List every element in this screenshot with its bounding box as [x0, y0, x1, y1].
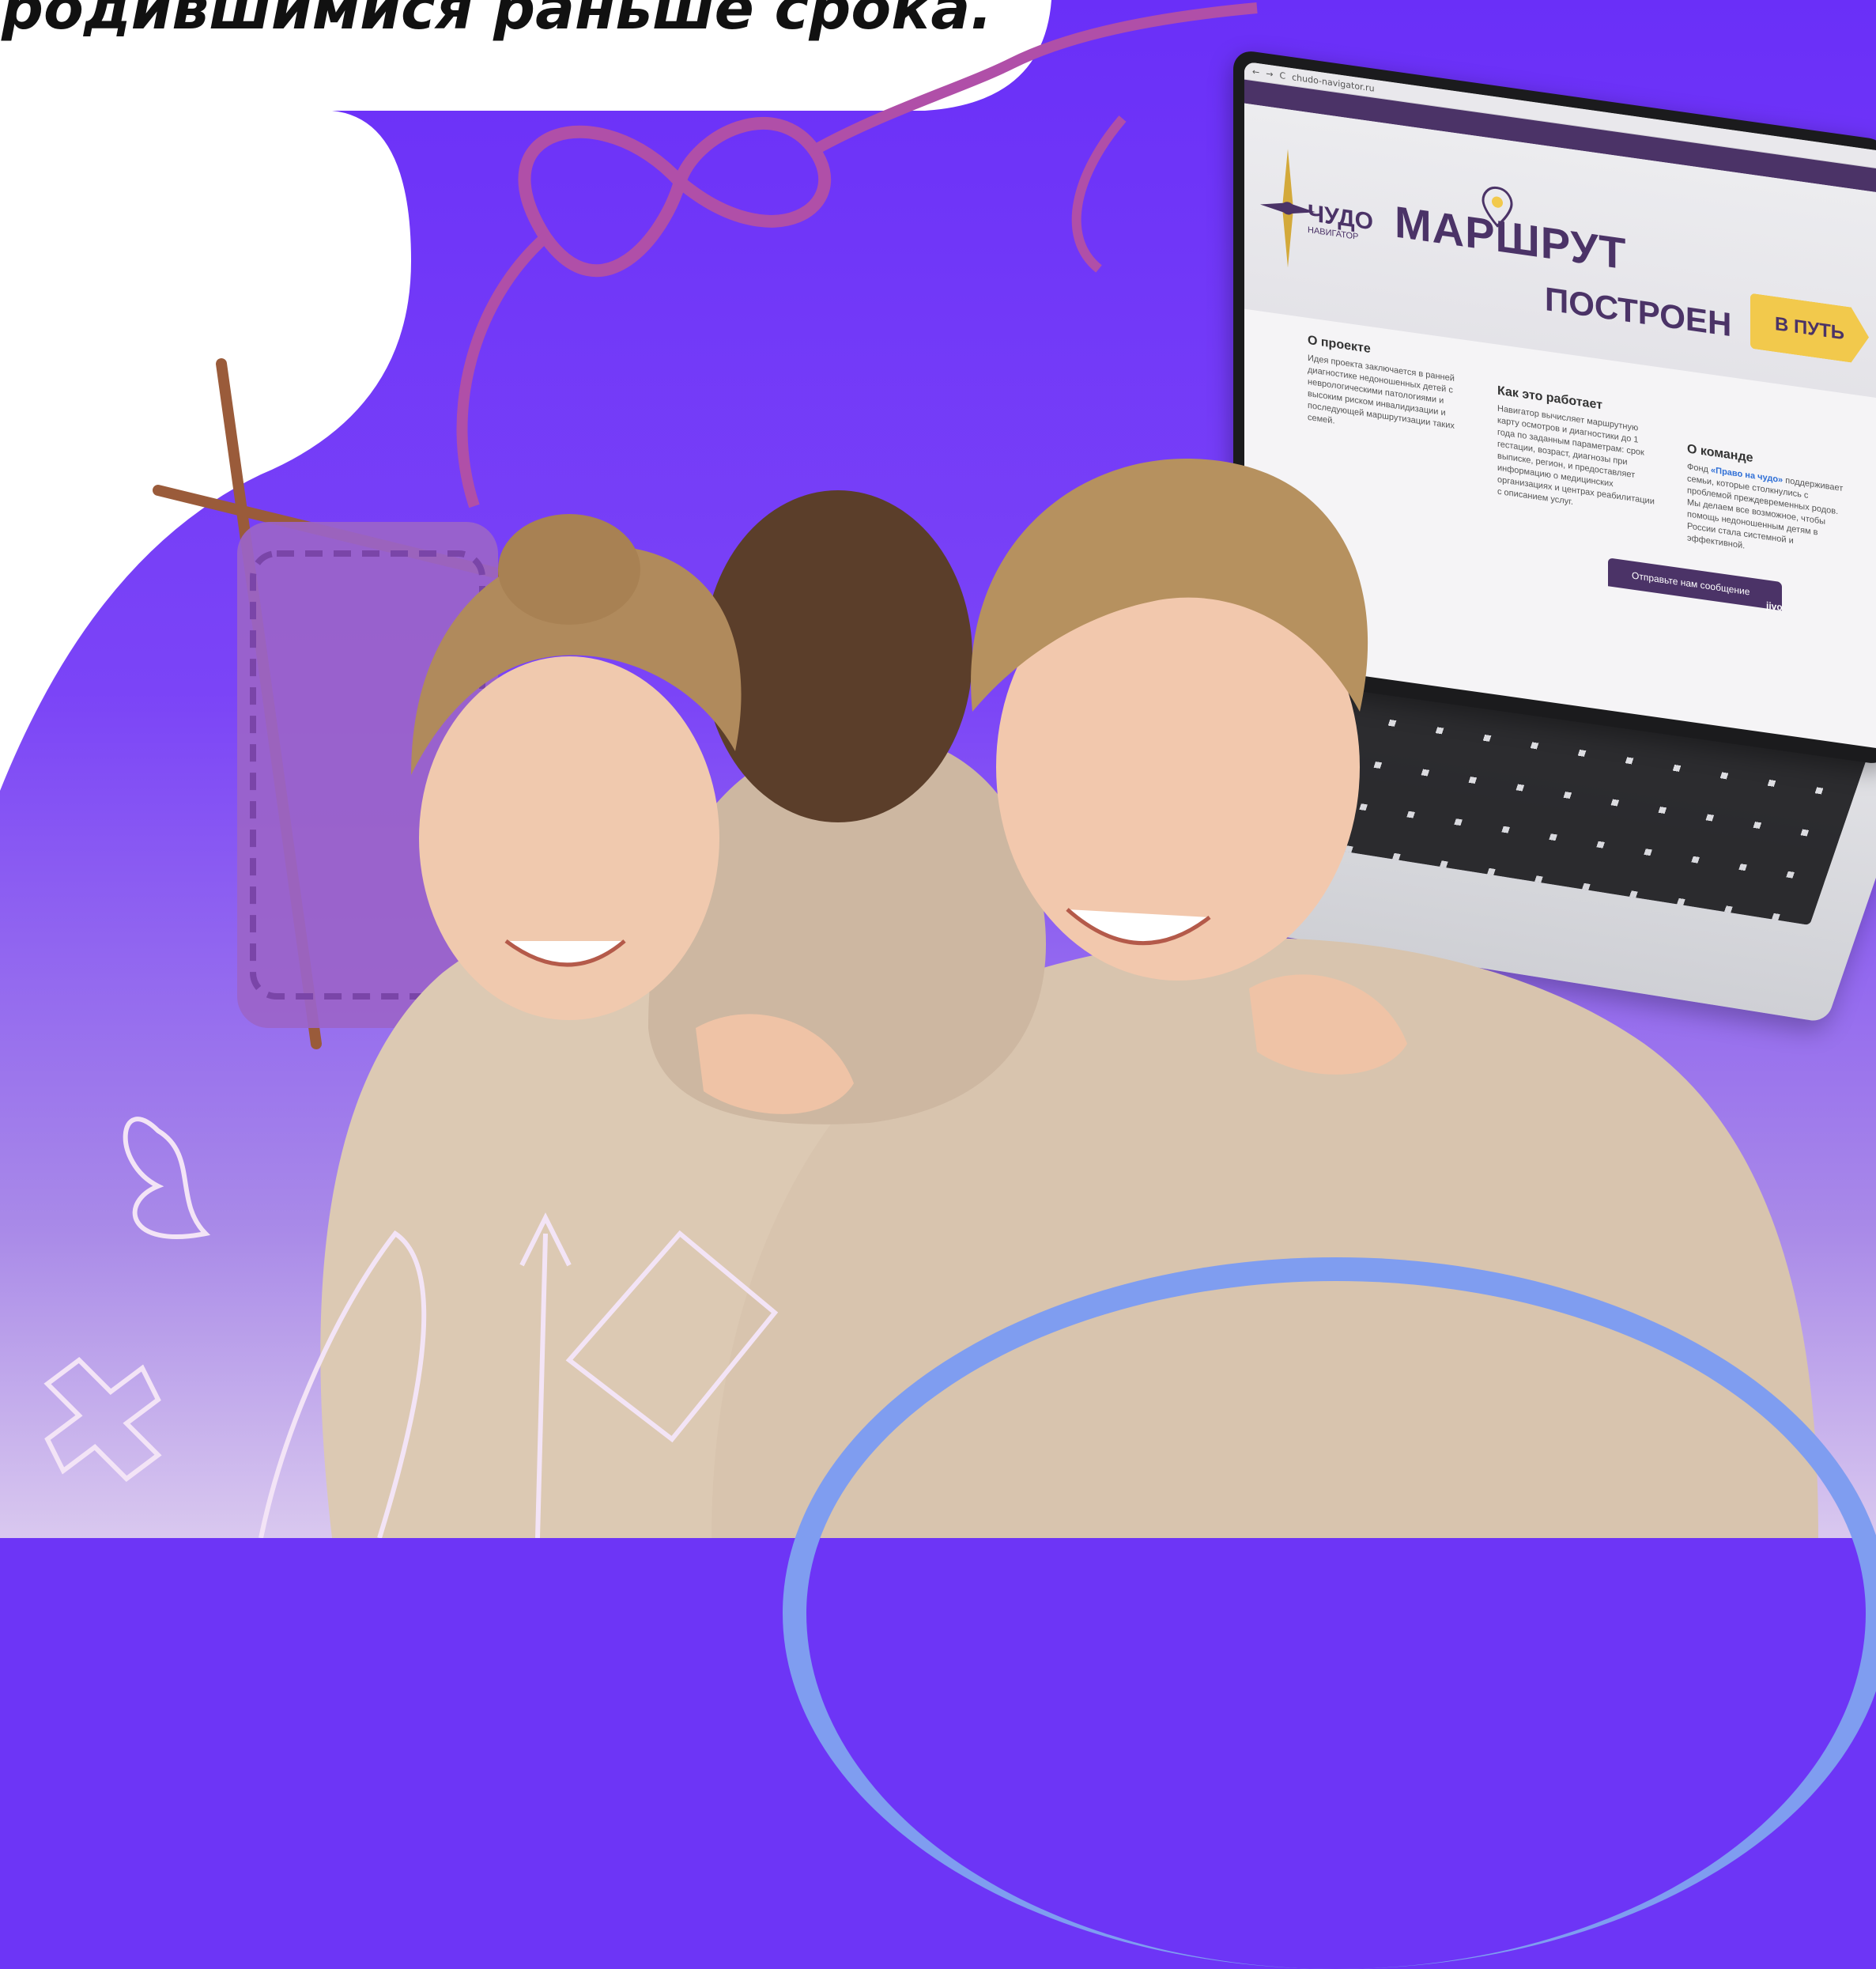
blue-arc-decoration — [783, 1257, 1876, 1969]
